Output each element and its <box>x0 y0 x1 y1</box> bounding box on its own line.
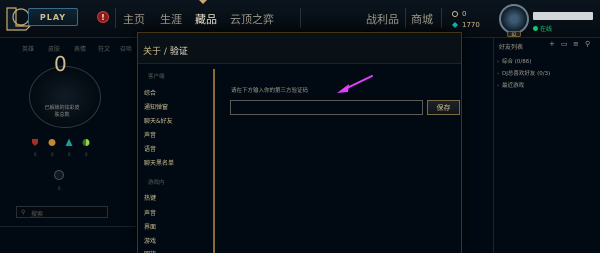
nav-store[interactable]: 商城 <box>411 11 433 27</box>
settings-modal: 关于 / 验证 客户端 综合 通知弹窗 聊天&好友 声音 语音 聊天黑名单 游戏… <box>137 32 462 253</box>
friends-panel-border <box>493 38 494 253</box>
token-count: 0 <box>68 152 71 157</box>
chevron-right-icon: › <box>497 59 499 65</box>
sidebar-item-game[interactable]: 游戏 <box>144 236 156 245</box>
online-status-label: 在线 <box>540 26 553 33</box>
blue-essence-icon <box>452 11 458 17</box>
token-count: 0 <box>34 152 37 157</box>
subnav-runes[interactable]: 符文 <box>98 44 110 53</box>
nav-career[interactable]: 生涯 <box>160 11 182 27</box>
chroma-count: 0 <box>54 52 67 76</box>
verification-prompt: 请在下方输入你的第三方验证码 <box>231 88 309 94</box>
sidebar-item-ingame-sound[interactable]: 声音 <box>144 208 156 217</box>
sidebar-item-sound[interactable]: 声音 <box>144 130 156 139</box>
gold-token-icon <box>48 139 56 146</box>
friends-group[interactable]: › 综合 (0/86) <box>497 57 531 65</box>
modal-header: 关于 / 验证 <box>138 33 461 64</box>
token-count: 0 <box>51 152 54 157</box>
subnav-emotes[interactable]: 表情 <box>74 44 86 53</box>
sidebar-item-general[interactable]: 综合 <box>144 88 156 97</box>
search-icon[interactable]: ⚲ <box>585 41 592 48</box>
chroma-caption: 肤总数 <box>54 112 70 118</box>
nav-divider <box>441 8 442 28</box>
chroma-caption: 已解锁的炫彩皮 <box>44 105 80 111</box>
sidebar-item-voice[interactable]: 语音 <box>144 144 156 153</box>
modal-breadcrumb: 关于 / 验证 <box>143 44 188 57</box>
breadcrumb-about[interactable]: 关于 <box>143 47 161 57</box>
friends-group[interactable]: › 最近游戏 <box>497 81 524 89</box>
nav-divider <box>115 8 116 28</box>
sidebar-section-client: 客户端 <box>148 74 165 80</box>
breadcrumb-separator: / <box>163 47 167 57</box>
add-friend-icon[interactable]: + <box>549 41 556 48</box>
folder-icon[interactable]: ▭ <box>561 41 568 48</box>
sidebar-item-chat-friends[interactable]: 聊天&好友 <box>144 116 173 125</box>
friends-list-title: 好友列表 <box>499 44 524 51</box>
online-status[interactable]: 在线 <box>533 24 552 33</box>
save-button[interactable]: 保存 <box>427 100 460 115</box>
ward-skin-icon <box>54 170 64 180</box>
subnav-champions[interactable]: 英雄 <box>22 44 34 53</box>
divider <box>0 226 136 227</box>
verification-code-input[interactable] <box>230 100 423 115</box>
riot-points-icon <box>452 22 458 28</box>
green-token-icon <box>82 139 90 146</box>
friends-group-label: DJ总喜欢好友 (0/3) <box>502 71 551 77</box>
username-redacted <box>533 12 593 20</box>
riot-points-wallet[interactable]: 1770 <box>452 21 480 29</box>
red-token-icon <box>32 139 38 146</box>
sidebar-scrollbar-thumb[interactable] <box>213 69 215 253</box>
list-icon[interactable]: ≡ <box>573 41 580 48</box>
active-tab-indicator <box>199 0 207 4</box>
nav-divider <box>405 8 406 28</box>
subnav-summoner[interactable]: 召唤 <box>120 44 132 53</box>
blue-essence-amount: 0 <box>462 10 467 18</box>
token-count: 0 <box>85 152 88 157</box>
search-icon: ⚲ <box>21 209 26 216</box>
sidebar-section-ingame: 游戏内 <box>148 180 165 186</box>
sidebar-item-interface[interactable]: 界面 <box>144 222 156 231</box>
search-placeholder: 搜索 <box>31 211 44 218</box>
sidebar-item-notifications[interactable]: 通知弹窗 <box>144 102 168 111</box>
nav-tft[interactable]: 云顶之弈 <box>230 11 274 27</box>
profile-avatar[interactable] <box>499 4 529 34</box>
nav-loot[interactable]: 战利品 <box>366 11 399 27</box>
online-dot-icon <box>533 26 538 31</box>
friends-group-label: 综合 (0/86) <box>502 59 532 65</box>
sidebar-item-blocklist[interactable]: 聊天黑名单 <box>144 158 174 167</box>
chevron-right-icon: › <box>497 83 499 89</box>
nav-home[interactable]: 主页 <box>123 11 145 27</box>
alert-icon[interactable]: ! <box>97 11 109 23</box>
sidebar-item-replays[interactable]: 回放 <box>144 249 156 253</box>
ward-count: 0 <box>58 186 61 191</box>
sidebar-item-hotkeys[interactable]: 热键 <box>144 193 156 202</box>
modal-title: 验证 <box>169 47 188 57</box>
riot-points-amount: 1770 <box>462 21 480 29</box>
friends-group[interactable]: › DJ总喜欢好友 (0/3) <box>497 69 550 77</box>
collection-search-input[interactable]: ⚲ 搜索 <box>16 206 108 218</box>
chevron-right-icon: › <box>497 71 499 77</box>
nav-collection[interactable]: 藏品 <box>195 11 217 27</box>
level-badge: 82 <box>507 31 521 37</box>
friends-group-label: 最近游戏 <box>502 83 525 89</box>
teal-token-icon <box>65 138 73 146</box>
play-button[interactable]: PLAY <box>28 8 78 26</box>
blue-essence-wallet[interactable]: 0 <box>452 10 466 18</box>
nav-divider <box>300 8 301 28</box>
